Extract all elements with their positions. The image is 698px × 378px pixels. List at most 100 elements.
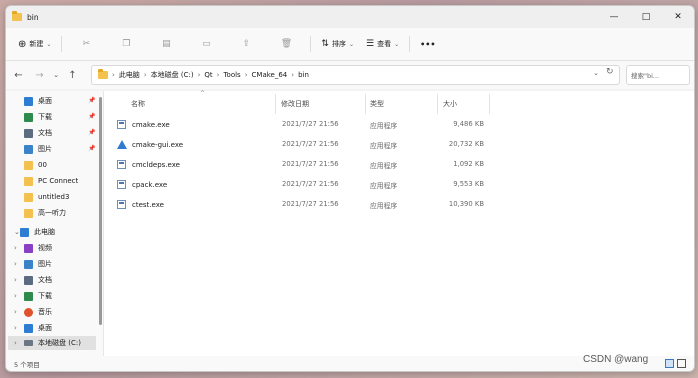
file-name: cmcldeps.exe xyxy=(132,160,180,169)
table-row[interactable]: cpack.exe 2021/7/27 21:56 应用程序 9,553 KB xyxy=(117,176,492,194)
chevron-right-icon[interactable]: › xyxy=(14,339,17,347)
sidebar-item-desktop[interactable]: 桌面 xyxy=(24,94,52,108)
chevron-right-icon[interactable]: › xyxy=(14,292,17,300)
breadcrumb-cmake64[interactable]: CMake_64 xyxy=(252,71,288,79)
sidebar-item-pc-documents[interactable]: 文档 xyxy=(24,273,52,287)
folder-icon xyxy=(24,176,33,186)
file-size: 9,553 KB xyxy=(453,180,484,188)
minimize-button[interactable]: — xyxy=(598,6,630,28)
chevron-right-icon[interactable]: › xyxy=(14,244,17,252)
more-options-button[interactable]: ••• xyxy=(414,33,441,55)
chevron-right-icon[interactable]: › xyxy=(14,308,17,316)
tiles-view-icon[interactable] xyxy=(677,359,686,368)
breadcrumb-separator: › xyxy=(244,71,248,79)
sidebar-item-downloads[interactable]: 下载 xyxy=(24,110,52,124)
table-row[interactable]: cmake.exe 2021/7/27 21:56 应用程序 9,486 KB xyxy=(117,116,492,134)
sidebar-item-pc-pictures[interactable]: 图片 xyxy=(24,257,52,271)
address-bar[interactable]: › 此电脑 › 本地磁盘 (C:) › Qt › Tools › CMake_6… xyxy=(91,65,620,85)
download-icon xyxy=(24,112,33,122)
column-divider[interactable] xyxy=(489,94,490,114)
file-type: 应用程序 xyxy=(370,182,398,190)
recent-locations-button[interactable]: ⌄ xyxy=(50,65,62,85)
sidebar-item-pc-desktop[interactable]: 桌面 xyxy=(24,321,52,335)
sidebar-item-pc-connect[interactable]: PC Connect xyxy=(24,174,78,188)
pin-icon[interactable]: 📌 xyxy=(88,145,95,152)
folder-icon xyxy=(24,192,33,202)
breadcrumb-qt[interactable]: Qt xyxy=(204,71,212,79)
sidebar-scrollbar[interactable] xyxy=(99,97,102,325)
refresh-icon[interactable]: ↻ xyxy=(606,67,614,77)
breadcrumb-bin[interactable]: bin xyxy=(298,71,309,79)
sidebar-item-00[interactable]: 00 xyxy=(24,158,47,172)
sidebar-item-listening[interactable]: 高一听力 xyxy=(24,206,66,220)
folder-icon xyxy=(24,160,33,170)
picture-icon xyxy=(24,259,33,269)
column-header-name[interactable]: 名称 xyxy=(131,94,145,114)
sidebar-item-pc-downloads[interactable]: 下载 xyxy=(24,289,52,303)
paste-button[interactable]: ▤ xyxy=(146,33,186,55)
chevron-down-icon[interactable]: ⌄ xyxy=(14,228,20,236)
sidebar-item-music[interactable]: 音乐 xyxy=(24,305,52,319)
back-button[interactable]: ← xyxy=(8,65,29,85)
cmake-gui-icon xyxy=(117,140,127,149)
sort-button[interactable]: ⇅ 排序 ⌄ xyxy=(315,33,360,55)
file-list: ^ 名称 修改日期 类型 大小 cmake.exe 2021/7/27 21:5… xyxy=(104,90,694,356)
column-divider[interactable] xyxy=(437,94,438,114)
sidebar-item-untitled3[interactable]: untitled3 xyxy=(24,190,69,204)
pin-icon[interactable]: 📌 xyxy=(88,97,95,104)
details-view-icon[interactable] xyxy=(665,359,674,368)
column-header-size[interactable]: 大小 xyxy=(443,94,457,114)
document-icon xyxy=(24,128,33,138)
up-button[interactable]: ↑ xyxy=(62,65,83,85)
cut-button[interactable]: ✂ xyxy=(66,33,106,55)
file-date: 2021/7/27 21:56 xyxy=(282,180,339,188)
sidebar-item-label: 文档 xyxy=(38,129,52,137)
sidebar-item-local-disk[interactable]: 本地磁盘 (C:) xyxy=(8,336,96,350)
table-row[interactable]: ctest.exe 2021/7/27 21:56 应用程序 10,390 KB xyxy=(117,196,492,214)
new-button[interactable]: ⊕ 新建 ⌄ xyxy=(12,33,57,55)
search-input[interactable]: 搜索"bi... xyxy=(626,65,690,85)
sidebar-item-pictures[interactable]: 图片 xyxy=(24,142,52,156)
rename-icon: ▭ xyxy=(202,39,211,49)
rename-button[interactable]: ▭ xyxy=(186,33,226,55)
chevron-right-icon[interactable]: › xyxy=(14,324,17,332)
breadcrumb-this-pc[interactable]: 此电脑 xyxy=(119,70,140,80)
breadcrumb-local-disk[interactable]: 本地磁盘 (C:) xyxy=(151,70,194,80)
sidebar-item-this-pc[interactable]: 此电脑 xyxy=(20,225,55,239)
chevron-right-icon[interactable]: › xyxy=(14,276,17,284)
share-button[interactable]: ⇪ xyxy=(226,33,266,55)
column-divider[interactable] xyxy=(365,94,366,114)
sort-icon: ⇅ xyxy=(321,39,329,49)
column-header-type[interactable]: 类型 xyxy=(370,94,384,114)
maximize-button[interactable]: □ xyxy=(630,6,662,28)
table-row[interactable]: cmcldeps.exe 2021/7/27 21:56 应用程序 1,092 … xyxy=(117,156,492,174)
folder-icon xyxy=(98,69,108,79)
breadcrumb-tools[interactable]: Tools xyxy=(223,71,240,79)
copy-button[interactable]: ❐ xyxy=(106,33,146,55)
sidebar-item-documents[interactable]: 文档 xyxy=(24,126,52,140)
new-label: 新建 xyxy=(29,40,44,48)
sidebar-item-videos[interactable]: 视频 xyxy=(24,241,52,255)
breadcrumb-separator: › xyxy=(291,71,295,79)
column-header-date[interactable]: 修改日期 xyxy=(281,94,309,114)
column-header-label: 大小 xyxy=(443,100,457,108)
table-row[interactable]: cmake-gui.exe 2021/7/27 21:56 应用程序 20,73… xyxy=(117,136,492,154)
pin-icon[interactable]: 📌 xyxy=(88,129,95,136)
toolbar-divider xyxy=(61,36,63,52)
tab-bin[interactable]: bin xyxy=(6,6,181,28)
chevron-down-icon[interactable]: ⌄ xyxy=(593,69,599,77)
view-button[interactable]: ☰ 查看 ⌄ xyxy=(360,33,405,55)
chevron-right-icon[interactable]: › xyxy=(14,260,17,268)
file-type: 应用程序 xyxy=(370,142,398,150)
file-size: 10,390 KB xyxy=(448,200,484,208)
file-type: 应用程序 xyxy=(370,122,398,130)
file-date: 2021/7/27 21:56 xyxy=(282,160,339,168)
music-icon xyxy=(24,307,33,317)
delete-button[interactable]: 🗑 xyxy=(266,33,306,55)
close-button[interactable]: ✕ xyxy=(662,6,694,28)
forward-button[interactable]: → xyxy=(29,65,50,85)
exe-icon xyxy=(117,160,126,169)
pin-icon[interactable]: 📌 xyxy=(88,113,95,120)
column-divider[interactable] xyxy=(275,94,276,114)
sidebar-item-label: 本地磁盘 (C:) xyxy=(38,339,81,347)
